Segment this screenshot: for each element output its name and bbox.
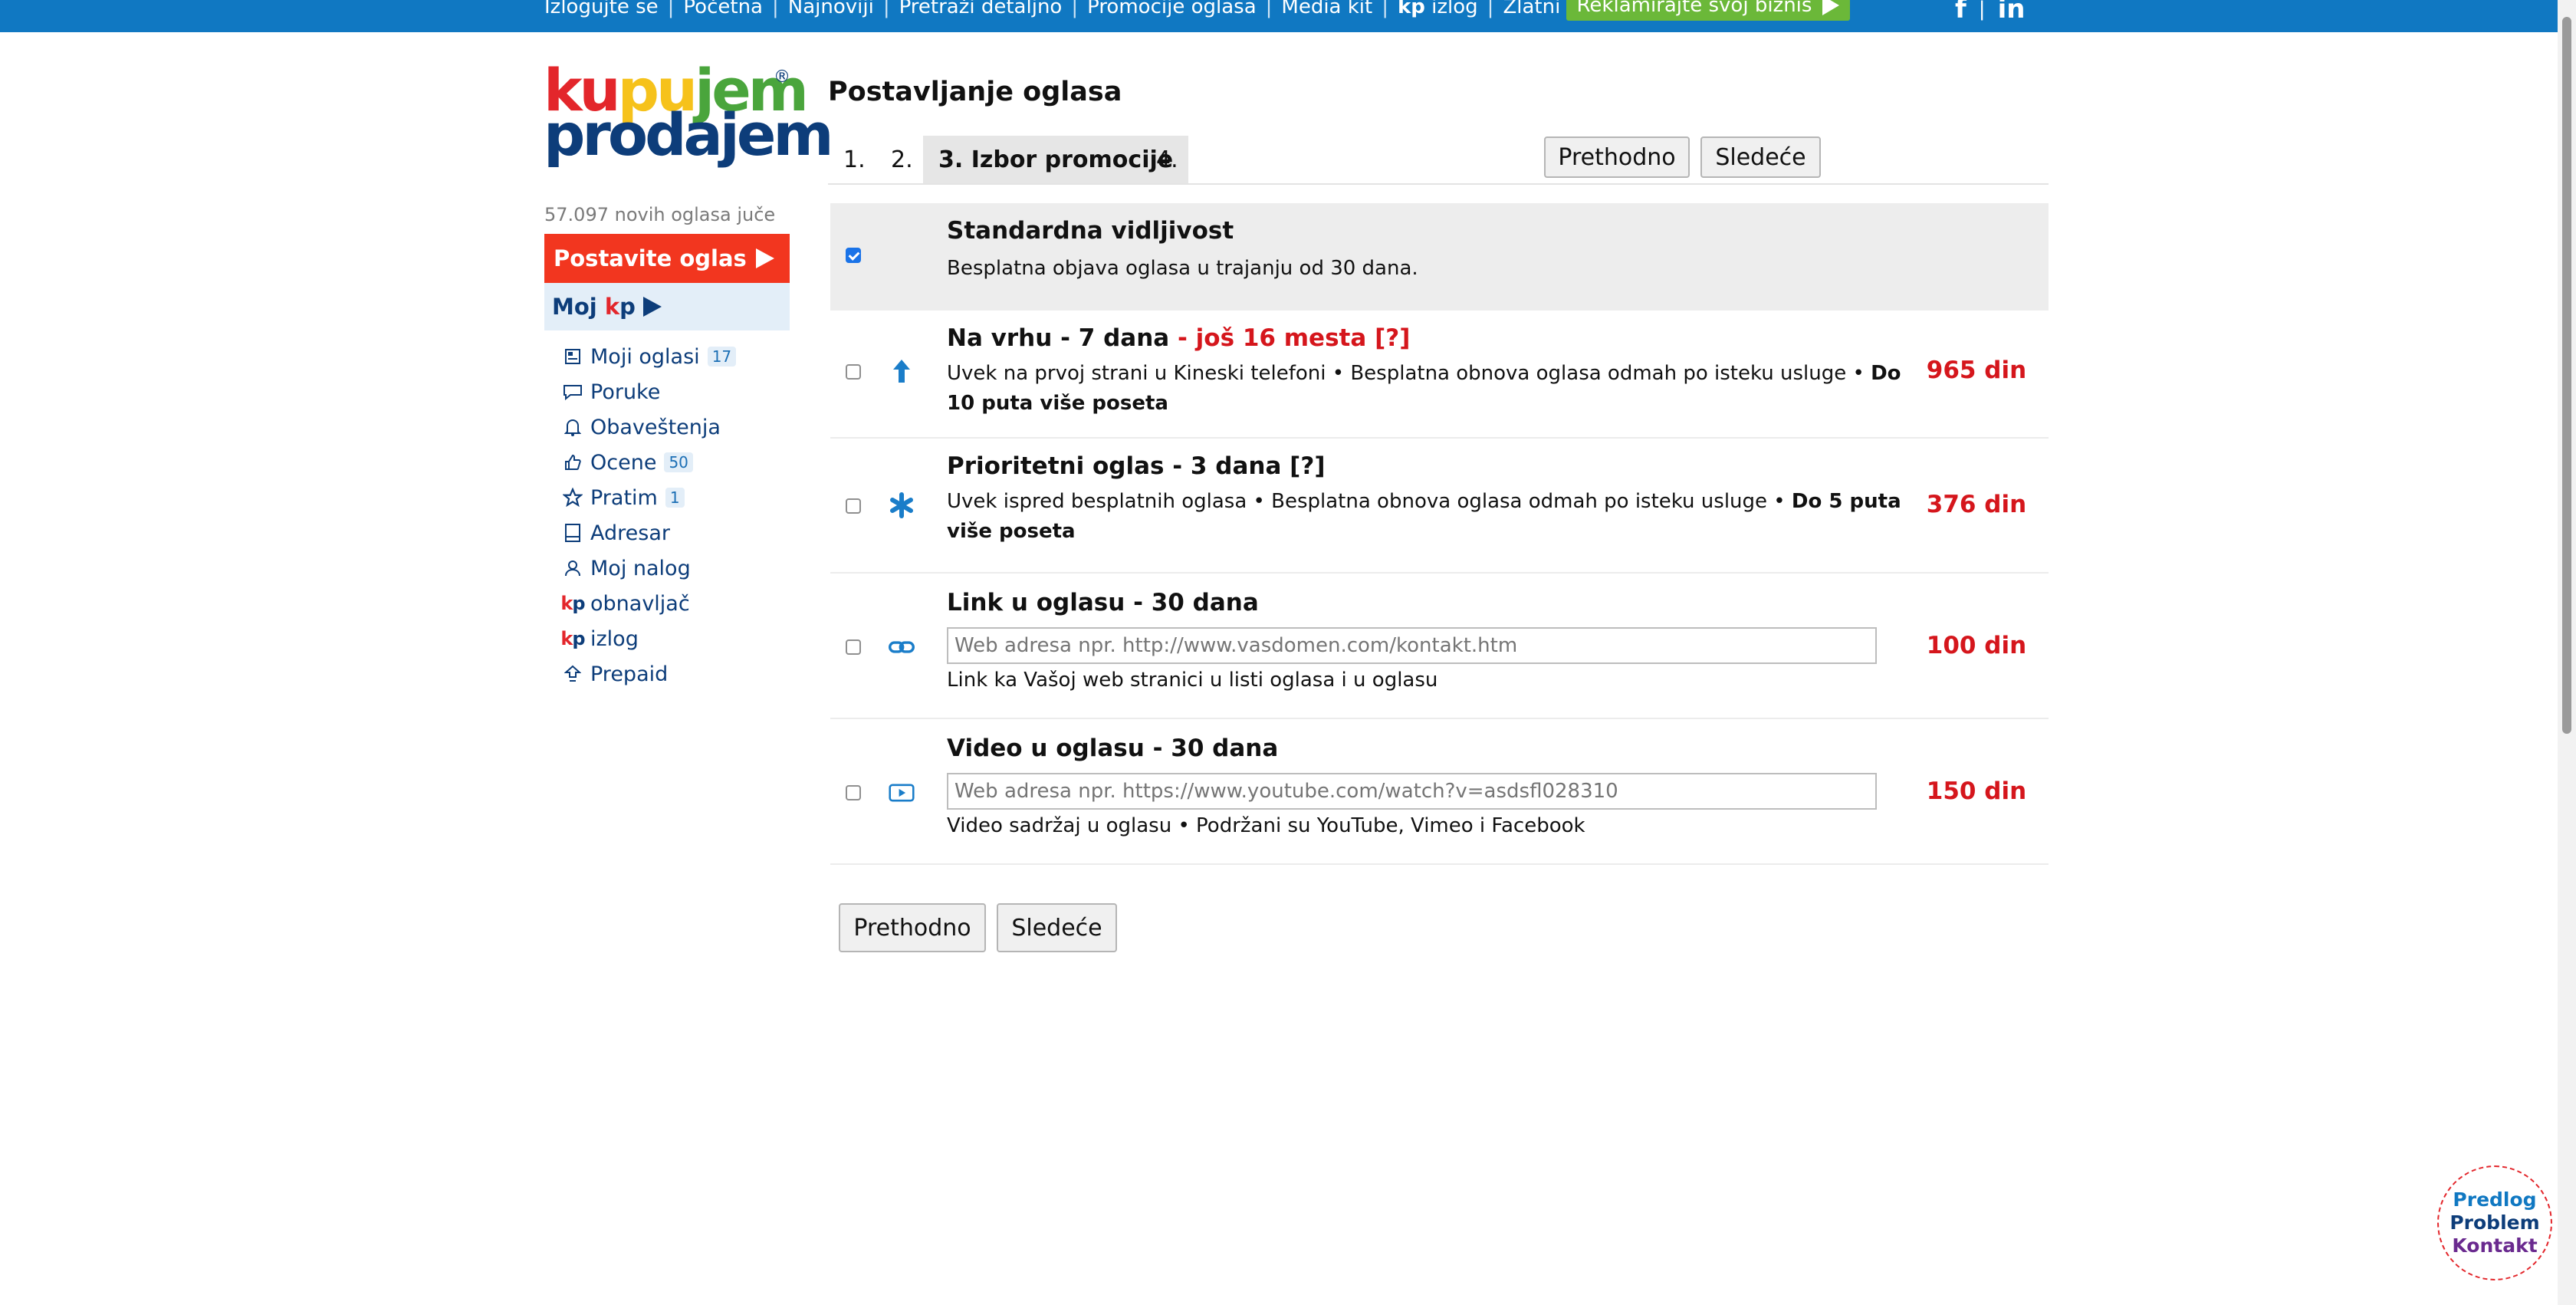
play-arrow-icon: [1822, 0, 1840, 15]
post-ad-button[interactable]: Postavite oglas: [544, 234, 790, 283]
option-link-30-days: Link u oglasu - 30 dana Link ka Vašoj we…: [830, 574, 2049, 719]
thumbs-up-icon: [563, 452, 583, 472]
price-top: 965 din: [1926, 357, 2027, 384]
step-tabs: 1. 2. 3. Izbor promocije 4.: [828, 136, 2049, 185]
scrollbar-thumb[interactable]: [2562, 17, 2571, 734]
sidebar-item-renewer[interactable]: kp obnavljač: [560, 586, 736, 621]
arrow-right-icon: [642, 297, 662, 317]
my-kp-button[interactable]: Moj kp: [544, 283, 790, 330]
user-icon: [563, 558, 583, 578]
link-icon: [889, 634, 915, 660]
option-priority-3-days: Prioritetni oglas - 3 dana [?] Uvek ispr…: [830, 439, 2049, 574]
next-button-top[interactable]: Sledeće: [1700, 136, 1821, 178]
sidebar-item-following[interactable]: Pratim 1: [563, 480, 736, 515]
top-nav: Izlogujte se | Početna | Najnoviji | Pre…: [544, 0, 1648, 23]
nav-detailed-search-link[interactable]: Pretraži detaljno: [899, 0, 1063, 18]
nav-media-kit-link[interactable]: Media kit: [1281, 0, 1372, 18]
kp-icon: kp: [560, 593, 585, 614]
count-badge: 17: [707, 347, 737, 367]
sidebar-item-my-account[interactable]: Moj nalog: [563, 551, 736, 586]
step-2[interactable]: 2.: [891, 136, 913, 183]
step-4[interactable]: 4.: [1156, 136, 1178, 183]
sidebar-item-my-ads[interactable]: Moji oglasi 17: [563, 339, 737, 374]
next-button-bottom[interactable]: Sledeće: [997, 903, 1117, 952]
prepaid-icon: [563, 664, 583, 684]
linkedin-icon[interactable]: in: [1998, 0, 2026, 25]
sidebar-item-showcase[interactable]: kp izlog: [560, 621, 736, 656]
price-priority: 376 din: [1926, 491, 2027, 518]
my-kp-menu: Moji oglasi 17 Poruke Obaveštenja Ocene …: [560, 339, 737, 692]
previous-button-top[interactable]: Prethodno: [1544, 136, 1690, 178]
kupujemprodajem-logo[interactable]: kupujem prodajem ®: [544, 61, 834, 165]
sidebar-item-address-book[interactable]: Adresar: [563, 515, 736, 551]
bell-icon: [563, 417, 583, 437]
remaining-spots-link[interactable]: - još 16 mesta [?]: [1169, 324, 1410, 352]
top-bar: Izlogujte se | Početna | Najnoviji | Pre…: [0, 0, 2576, 32]
option-top-7-days: Na vrhu - 7 dana - još 16 mesta [?] Uvek…: [830, 311, 2049, 439]
previous-button-bottom[interactable]: Prethodno: [839, 903, 986, 952]
price-video: 150 din: [1926, 777, 2027, 805]
page-title: Postavljanje oglasa: [828, 77, 1122, 107]
ads-icon: [563, 347, 583, 367]
video-url-input[interactable]: [947, 773, 1877, 810]
nav-promotions-link[interactable]: Promocije oglasa: [1087, 0, 1257, 18]
nav-newest-link[interactable]: Najnoviji: [788, 0, 874, 18]
nav-home-link[interactable]: Početna: [683, 0, 763, 18]
nav-kp-izlog-link[interactable]: kp izlog: [1398, 0, 1478, 18]
top-checkbox[interactable]: [846, 364, 861, 380]
sidebar-item-prepaid[interactable]: Prepaid: [563, 656, 736, 692]
option-video-30-days: Video u oglasu - 30 dana Video sadržaj u…: [830, 719, 2049, 865]
arrow-right-icon: [755, 248, 774, 268]
count-badge: 1: [665, 488, 685, 508]
advertise-business-button[interactable]: Reklamirajte svoj biznis: [1566, 0, 1850, 21]
kp-icon: kp: [560, 628, 585, 649]
step-3-promotion[interactable]: 3. Izbor promocije: [923, 136, 1189, 183]
standard-checkbox[interactable]: [846, 248, 861, 263]
address-book-icon: [563, 523, 583, 543]
price-link: 100 din: [1926, 632, 2027, 659]
social-links: f | in: [1955, 0, 2025, 25]
facebook-icon[interactable]: f: [1955, 0, 1967, 25]
link-checkbox[interactable]: [846, 639, 861, 655]
arrow-up-icon: [889, 358, 915, 384]
option-standard: Standardna vidljivost Besplatna objava o…: [830, 203, 2049, 311]
step-1[interactable]: 1.: [843, 136, 866, 183]
sidebar-item-ratings[interactable]: Ocene 50: [563, 445, 736, 480]
asterisk-icon: [889, 492, 915, 518]
star-icon: [563, 488, 583, 508]
sidebar-item-messages[interactable]: Poruke: [563, 374, 736, 409]
priority-checkbox[interactable]: [846, 498, 861, 514]
feedback-widget[interactable]: Predlog Problem Kontakt: [2437, 1165, 2552, 1280]
video-checkbox[interactable]: [846, 785, 861, 800]
nav-logout-link[interactable]: Izlogujte se: [544, 0, 659, 18]
new-ads-count: 57.097 novih oglasa juče: [544, 204, 776, 225]
video-icon: [889, 780, 915, 806]
sidebar-item-notifications[interactable]: Obaveštenja: [563, 409, 736, 445]
count-badge: 50: [664, 452, 693, 472]
link-url-input[interactable]: [947, 627, 1877, 664]
messages-icon: [563, 382, 583, 402]
